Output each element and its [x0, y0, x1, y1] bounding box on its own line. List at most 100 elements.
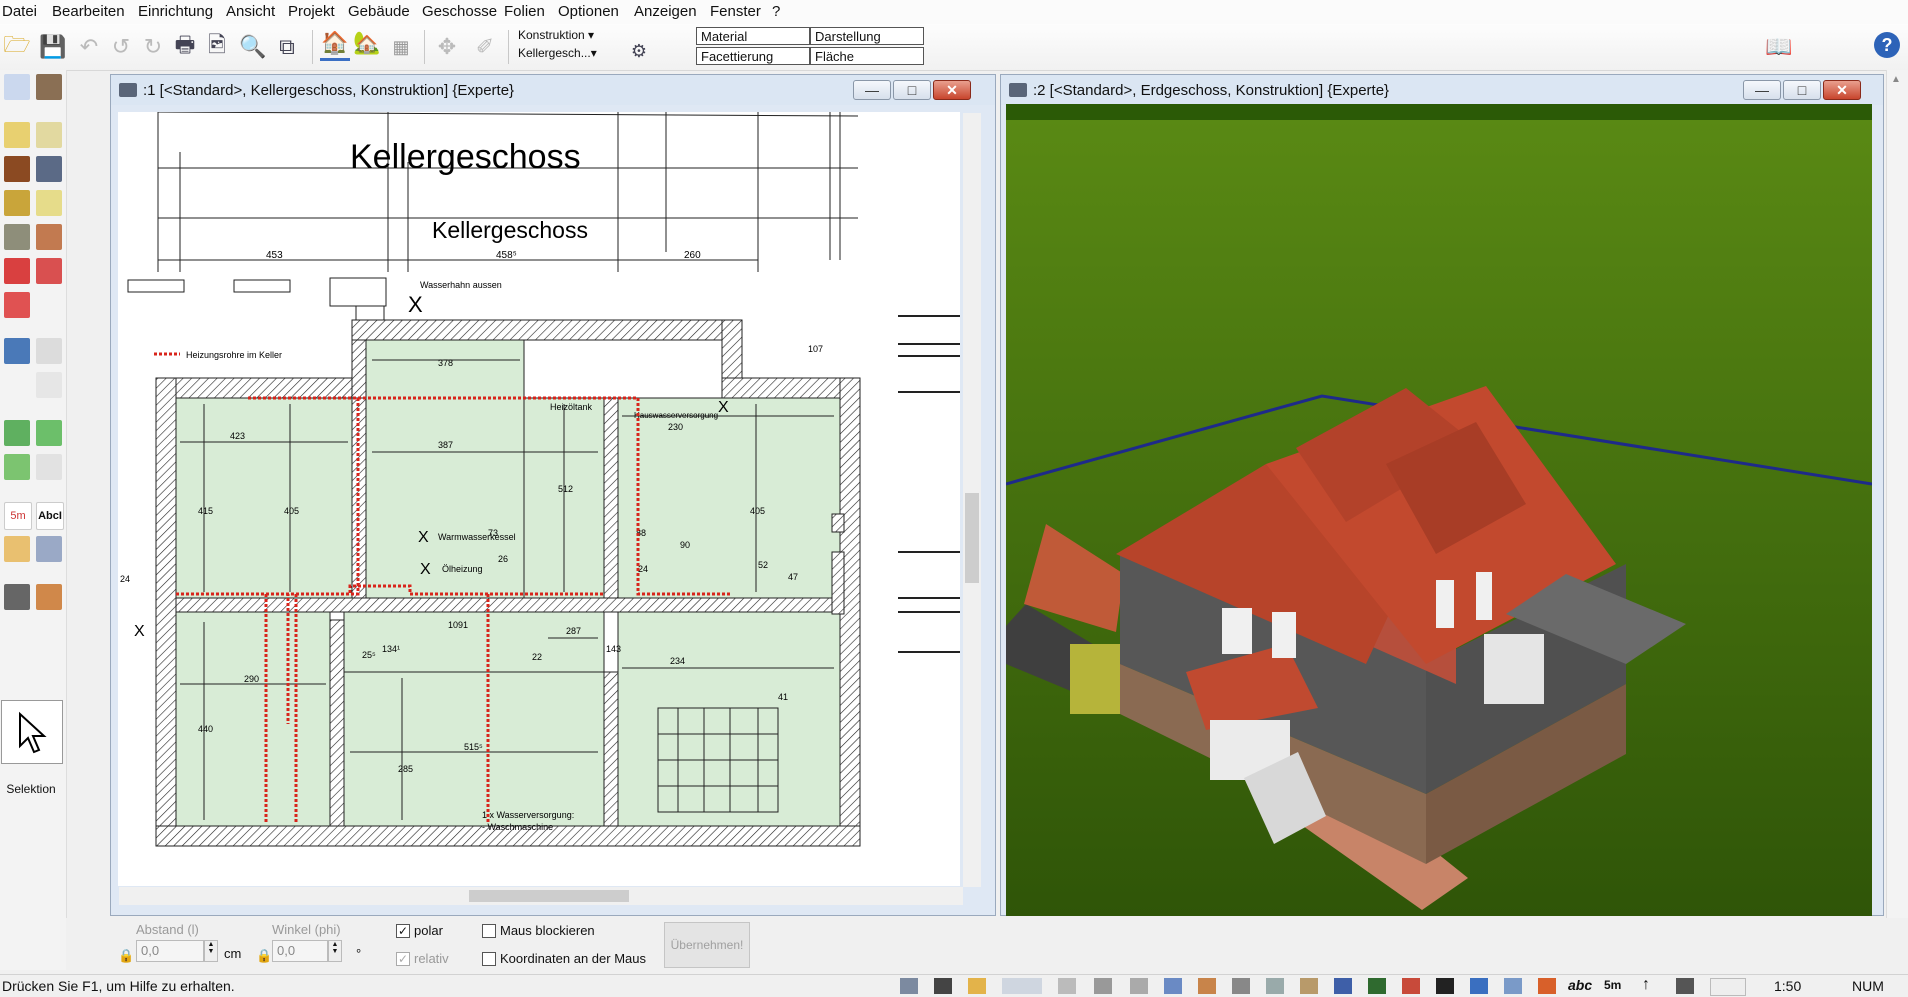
3d-house-icon[interactable]: 🏡 [352, 28, 382, 58]
menu-optionen[interactable]: Optionen [558, 3, 619, 20]
pipes-tool-icon[interactable] [4, 584, 30, 610]
koordinaten-checkbox[interactable] [482, 952, 496, 966]
winkel-input[interactable]: 0,0 [272, 940, 328, 962]
note-status-icon[interactable] [1710, 978, 1746, 996]
beam-tool-icon[interactable] [4, 224, 30, 250]
pipes-status-icon[interactable] [1232, 978, 1250, 994]
wall-block-icon[interactable] [36, 122, 62, 148]
edit-icon[interactable]: ✐ [470, 32, 500, 62]
menu-gebaeude[interactable]: Gebäude [348, 3, 410, 20]
lock-angle-icon[interactable]: 🔒 [256, 948, 272, 964]
slab-tool-icon[interactable] [36, 190, 62, 216]
chair-status-icon[interactable] [1334, 978, 1352, 994]
minimize-button-2[interactable]: — [1743, 80, 1781, 100]
furniture-chair-icon[interactable] [4, 338, 30, 364]
render-mode-icon[interactable] [1002, 978, 1042, 994]
door-tool-icon[interactable] [4, 156, 30, 182]
help-icon[interactable]: ? [1874, 32, 1900, 58]
selection-tool-tile[interactable] [1, 700, 63, 764]
menu-projekt[interactable]: Projekt [288, 3, 335, 20]
pointer-tool-icon[interactable] [4, 74, 30, 100]
construction-mode-icon[interactable]: 🏠 [320, 28, 350, 61]
menu-ansicht[interactable]: Ansicht [226, 3, 275, 20]
flaeche-box[interactable]: Fläche [810, 47, 924, 65]
minimize-button[interactable]: — [853, 80, 891, 100]
pencil-tool-icon[interactable] [4, 536, 30, 562]
wall-tool-icon[interactable] [4, 122, 30, 148]
tree-status-icon[interactable] [1368, 978, 1386, 994]
stool-status-icon[interactable] [1300, 978, 1318, 994]
camera-status-icon[interactable] [1676, 978, 1694, 994]
object-tool-icon[interactable] [36, 338, 62, 364]
column-tool-icon[interactable] [36, 224, 62, 250]
menu-help[interactable]: ? [772, 3, 780, 20]
furniture-status-icon[interactable] [1198, 978, 1216, 994]
menu-einrichtung[interactable]: Einrichtung [138, 3, 213, 20]
plan-hscroll-thumb[interactable] [469, 890, 629, 902]
plant-disabled-icon[interactable] [36, 454, 62, 480]
grid-icon[interactable] [934, 978, 952, 994]
menu-datei[interactable]: Datei [2, 3, 37, 20]
terrain-tool-icon[interactable] [4, 420, 30, 446]
3d-status-icon[interactable] [1538, 978, 1556, 994]
north-arrow-icon[interactable]: ↑ [1642, 976, 1650, 994]
floor-plan-canvas[interactable]: Kellergeschoss Kellergeschoss 453 458⁵ 2… [118, 112, 960, 886]
menu-anzeigen[interactable]: Anzeigen [634, 3, 697, 20]
dormer-tool-icon[interactable] [36, 258, 62, 284]
settings-gear-icon[interactable]: ⚙ [624, 36, 654, 66]
pencil-status-icon[interactable] [968, 978, 986, 994]
layers-icon[interactable]: ▦ [386, 32, 416, 62]
plant-tool-icon[interactable] [4, 454, 30, 480]
stairs-status-icon[interactable] [1164, 978, 1182, 994]
3d-view-canvas[interactable] [1006, 104, 1872, 916]
material-box[interactable]: Material [696, 27, 810, 45]
menu-bearbeiten[interactable]: Bearbeiten [52, 3, 125, 20]
relativ-checkbox[interactable]: ✓ [396, 952, 410, 966]
undo-multi-icon[interactable]: ↺ [106, 32, 136, 62]
roof-tool-icon[interactable] [4, 258, 30, 284]
floor-dropdown[interactable]: Kellergesch...▾ [518, 46, 597, 60]
abstand-stepper[interactable]: ▲ ▼ [204, 940, 218, 962]
catalog-icon[interactable]: 📖 [1764, 32, 1794, 62]
text-tool-icon[interactable]: AbcI [36, 502, 64, 530]
scroll-up-icon[interactable]: ▲ [1891, 74, 1901, 85]
measure-status-icon[interactable]: 5m [1604, 978, 1621, 992]
valve-status-icon[interactable] [1266, 978, 1284, 994]
roof-window-icon[interactable] [4, 292, 30, 318]
sink-status-icon[interactable] [1470, 978, 1488, 994]
maus-blockieren-checkbox[interactable] [482, 924, 496, 938]
pipe-connector-icon[interactable] [36, 584, 62, 610]
tools-icon[interactable] [36, 74, 62, 100]
close-button-2[interactable]: ✕ [1823, 80, 1861, 100]
plant-status-icon[interactable] [1436, 978, 1454, 994]
abstand-input[interactable]: 0,0 [136, 940, 204, 962]
print-preview-icon[interactable]: 🖻 [202, 32, 232, 62]
lock-distance-icon[interactable]: 🔒 [118, 948, 134, 964]
stairs-tool-icon[interactable] [4, 190, 30, 216]
menu-geschosse[interactable]: Geschosse [422, 3, 497, 20]
wall-status-icon[interactable] [1058, 978, 1076, 994]
maximize-button-2[interactable]: □ [1783, 80, 1821, 100]
zoom-all-icon[interactable]: ⧉ [272, 32, 302, 62]
object-disabled-icon[interactable] [36, 372, 62, 398]
3d-window-titlebar[interactable]: :2 [<Standard>, Erdgeschoss, Konstruktio… [1001, 75, 1883, 105]
terrain-area-icon[interactable] [36, 420, 62, 446]
undo-icon[interactable]: ↶ [74, 32, 104, 62]
window-status-icon[interactable] [1504, 978, 1522, 994]
menu-fenster[interactable]: Fenster [710, 3, 761, 20]
open-folder-icon[interactable]: 🗁 [2, 32, 32, 62]
window-tool-icon[interactable] [36, 156, 62, 182]
polar-checkbox[interactable]: ✓ [396, 924, 410, 938]
hatch-status-icon[interactable] [1094, 978, 1112, 994]
text-status-icon[interactable]: abc [1568, 977, 1592, 993]
plan-vscroll-thumb[interactable] [965, 493, 979, 583]
maximize-button[interactable]: □ [893, 80, 931, 100]
facettierung-box[interactable]: Facettierung [696, 47, 810, 65]
print-icon[interactable]: 🖶 [170, 32, 200, 62]
measure-tool-icon[interactable]: 5m [4, 502, 32, 530]
darstellung-box[interactable]: Darstellung [810, 27, 924, 45]
redo-icon[interactable]: ↻ [138, 32, 168, 62]
grid-snap-icon[interactable] [900, 978, 918, 994]
line-tool-icon[interactable] [36, 536, 62, 562]
menu-folien[interactable]: Folien [504, 3, 545, 20]
